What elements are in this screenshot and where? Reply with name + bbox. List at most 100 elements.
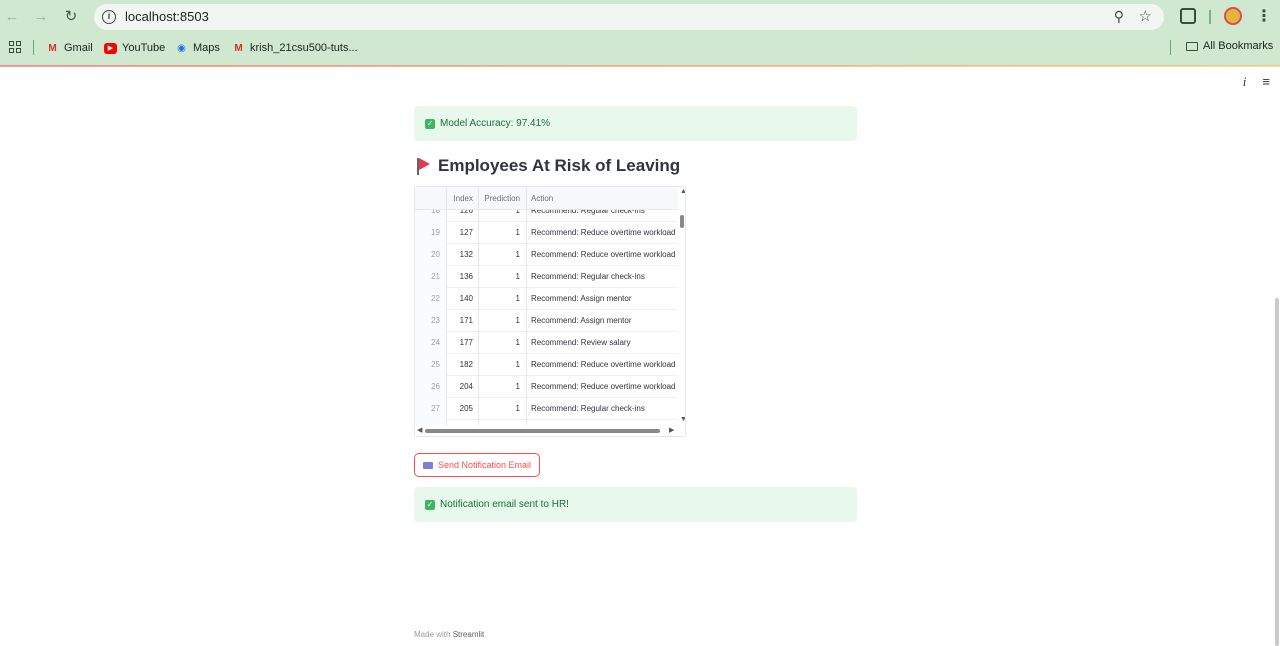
browser-menu-icon[interactable]: ⋮ xyxy=(1256,6,1272,26)
action-cell[interactable]: Recommend: Review salary xyxy=(527,332,678,354)
action-cell[interactable]: Recommend: Assign mentor xyxy=(527,288,678,310)
table-row[interactable]: 25 182 1 Recommend: Reduce overtime workloa… xyxy=(415,354,678,376)
index-cell[interactable]: 171 xyxy=(447,310,479,332)
action-cell[interactable]: Recommend: Reduce overtime workload xyxy=(527,222,678,244)
index-cell[interactable]: 204 xyxy=(447,376,479,398)
action-cell[interactable]: Recommend: Regular check-ins xyxy=(527,398,678,420)
main-content: ✓ Model Accuracy: 97.41% Employees At Ri… xyxy=(414,106,857,522)
profile-avatar[interactable] xyxy=(1224,7,1242,25)
row-number[interactable]: 24 xyxy=(415,332,447,354)
action-cell[interactable] xyxy=(527,420,678,425)
scroll-left-icon[interactable]: ◀ xyxy=(417,426,422,434)
index-cell[interactable]: 132 xyxy=(447,244,479,266)
table-row[interactable]: 24 177 1 Recommend: Review salary xyxy=(415,332,678,354)
table-row[interactable]: 27 205 1 Recommend: Regular check-ins xyxy=(415,398,678,420)
streamlit-link[interactable]: Streamlit xyxy=(453,630,485,639)
prediction-cell[interactable]: 1 xyxy=(479,332,527,354)
table-row[interactable]: 26 204 1 Recommend: Reduce overtime workloa… xyxy=(415,376,678,398)
url-text[interactable]: localhost:8503 xyxy=(125,9,209,24)
page-scrollbar[interactable] xyxy=(1275,298,1279,646)
prediction-cell[interactable]: 1 xyxy=(479,210,527,222)
index-cell[interactable]: 140 xyxy=(447,288,479,310)
bookmark-krish[interactable]: M krish_21csu500-tuts... xyxy=(232,40,358,56)
action-cell[interactable]: Recommend: Regular check-ins xyxy=(527,266,678,288)
row-number[interactable]: 19 xyxy=(415,222,447,244)
row-number[interactable]: 21 xyxy=(415,266,447,288)
table-row[interactable]: 20 132 1 Recommend: Reduce overtime workloa… xyxy=(415,244,678,266)
bookmark-star-icon[interactable]: ☆ xyxy=(1139,7,1152,25)
bookmark-label: krish_21csu500-tuts... xyxy=(250,42,358,54)
prediction-cell[interactable] xyxy=(479,420,527,425)
index-cell[interactable]: 136 xyxy=(447,266,479,288)
action-cell[interactable]: Recommend: Reduce overtime workload xyxy=(527,376,678,398)
action-cell[interactable]: Recommend: Reduce overtime workload xyxy=(527,244,678,266)
row-number[interactable]: 27 xyxy=(415,398,447,420)
row-number[interactable] xyxy=(415,420,447,425)
table-row[interactable]: 22 140 1 Recommend: Assign mentor xyxy=(415,288,678,310)
row-number[interactable]: 26 xyxy=(415,376,447,398)
site-info-icon[interactable]: i xyxy=(102,10,116,24)
scroll-thumb[interactable] xyxy=(680,215,684,228)
index-cell[interactable] xyxy=(447,420,479,425)
scroll-down-icon[interactable]: ▼ xyxy=(680,416,685,423)
action-cell[interactable]: Recommend: Reduce overtime workload xyxy=(527,354,678,376)
table-row[interactable]: 18 126 1 Recommend: Regular check-ins xyxy=(415,210,678,222)
column-header-action[interactable]: Action xyxy=(527,187,678,210)
column-header-prediction[interactable]: Prediction xyxy=(479,187,527,210)
notification-alert: ✓ Notification email sent to HR! xyxy=(414,487,857,522)
action-cell[interactable]: Recommend: Assign mentor xyxy=(527,310,678,332)
index-cell[interactable]: 182 xyxy=(447,354,479,376)
table-row[interactable]: 23 171 1 Recommend: Assign mentor xyxy=(415,310,678,332)
scroll-thumb[interactable] xyxy=(425,429,660,433)
maps-icon: ◉ xyxy=(177,42,186,54)
send-notification-button[interactable]: Send Notification Email xyxy=(414,453,541,477)
all-bookmarks[interactable]: All Bookmarks xyxy=(1186,40,1273,52)
row-number[interactable]: 18 xyxy=(415,210,447,222)
prediction-cell[interactable]: 1 xyxy=(479,376,527,398)
forward-icon[interactable]: → xyxy=(31,8,51,26)
prediction-cell[interactable]: 1 xyxy=(479,354,527,376)
address-bar[interactable]: i localhost:8503 ⚲ ☆ xyxy=(94,4,1164,30)
back-icon[interactable]: ← xyxy=(2,8,22,26)
send-button-label: Send Notification Email xyxy=(438,460,532,470)
index-cell[interactable]: 127 xyxy=(447,222,479,244)
info-icon[interactable]: i xyxy=(1243,74,1247,90)
check-icon: ✓ xyxy=(425,118,435,129)
at-risk-table[interactable]: Index Prediction Action 18 126 1 Recommend:… xyxy=(414,186,686,437)
prediction-cell[interactable]: 1 xyxy=(479,244,527,266)
table-row[interactable]: 19 127 1 Recommend: Reduce overtime workloa… xyxy=(415,222,678,244)
column-header-index[interactable]: Index xyxy=(447,187,479,210)
apps-grid-icon[interactable] xyxy=(9,41,21,53)
bookmark-youtube[interactable]: ▶ YouTube xyxy=(104,40,165,56)
row-number[interactable]: 22 xyxy=(415,288,447,310)
scroll-right-icon[interactable]: ▶ xyxy=(669,426,674,434)
prediction-cell[interactable]: 1 xyxy=(479,310,527,332)
prediction-cell[interactable]: 1 xyxy=(479,222,527,244)
table-vertical-scrollbar[interactable]: ▲ ▼ xyxy=(678,187,685,425)
prediction-cell[interactable]: 1 xyxy=(479,266,527,288)
prediction-cell[interactable]: 1 xyxy=(479,288,527,310)
row-number[interactable]: 20 xyxy=(415,244,447,266)
reload-icon[interactable]: ↻ xyxy=(61,8,81,26)
table-body: 18 126 1 Recommend: Regular check-ins 19 127 1… xyxy=(415,210,678,425)
row-number[interactable]: 25 xyxy=(415,354,447,376)
notification-text: Notification email sent to HR! xyxy=(440,499,569,510)
prediction-cell[interactable]: 1 xyxy=(479,398,527,420)
column-header-row-index[interactable] xyxy=(415,187,447,210)
row-number[interactable]: 23 xyxy=(415,310,447,332)
action-cell[interactable]: Recommend: Regular check-ins xyxy=(527,210,678,222)
bookmark-gmail[interactable]: M Gmail xyxy=(46,40,92,56)
table-row[interactable] xyxy=(415,420,678,425)
table-row[interactable]: 21 136 1 Recommend: Regular check-ins xyxy=(415,266,678,288)
bookmark-maps[interactable]: ◉ Maps xyxy=(175,40,220,56)
folder-icon xyxy=(1186,41,1198,51)
zoom-icon[interactable]: ⚲ xyxy=(1114,8,1124,25)
table-horizontal-scrollbar[interactable]: ◀ ▶ xyxy=(415,426,678,436)
hamburger-menu-icon[interactable]: ≡ xyxy=(1262,74,1270,90)
index-cell[interactable]: 205 xyxy=(447,398,479,420)
index-cell[interactable]: 126 xyxy=(447,210,479,222)
scroll-up-icon[interactable]: ▲ xyxy=(680,188,685,195)
index-cell[interactable]: 177 xyxy=(447,332,479,354)
extensions-icon[interactable] xyxy=(1180,8,1196,24)
check-icon: ✓ xyxy=(425,499,435,510)
